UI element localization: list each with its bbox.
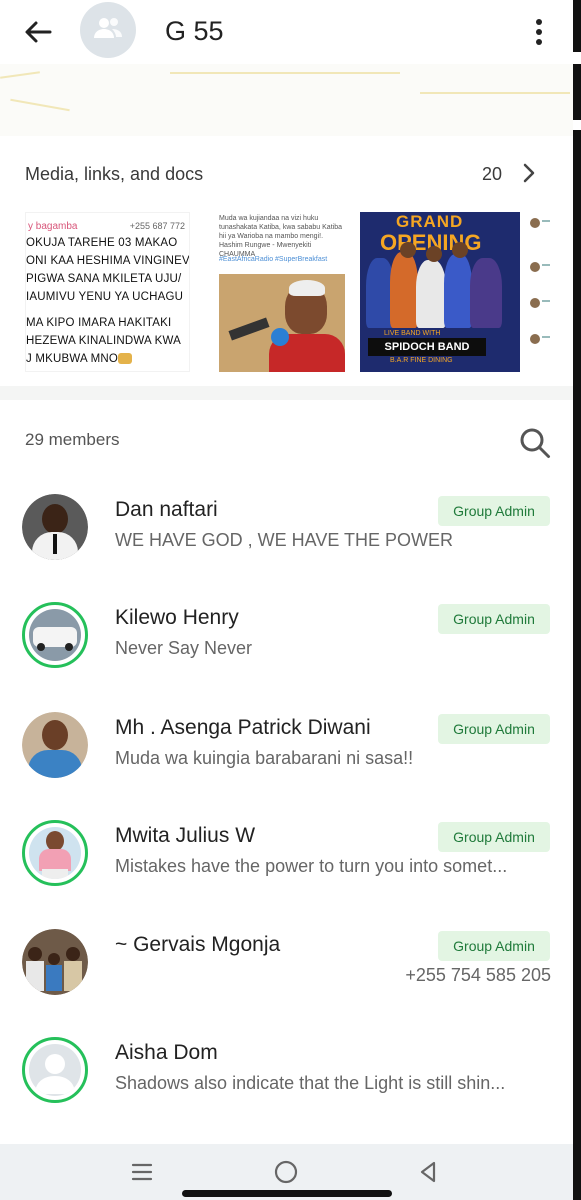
poster-band-name: SPIDOCH BAND <box>368 338 486 356</box>
screen-edge <box>573 0 581 1200</box>
group-admin-badge: Group Admin <box>438 604 550 634</box>
member-row[interactable]: Aisha Dom Shadows also indicate that the… <box>0 1037 573 1137</box>
avatar[interactable] <box>22 602 88 668</box>
thumb-line: HEZEWA KINALINDWA KWA <box>26 335 181 347</box>
media-count[interactable]: 20 <box>482 164 502 185</box>
thumb-line: J MKUBWA MNO <box>26 353 133 365</box>
member-status: Muda wa kuingia barabarani ni sasa!! <box>115 748 414 768</box>
media-thumbnail-poster[interactable]: GRAND OPENING LIVE BAND WITH SPIDOCH BAN… <box>360 212 520 372</box>
member-name: Aisha Dom <box>115 1041 218 1064</box>
section-divider <box>0 386 573 400</box>
group-admin-badge: Group Admin <box>438 496 550 526</box>
member-status: Never Say Never <box>115 638 253 658</box>
media-links-docs-label[interactable]: Media, links, and docs <box>25 164 203 185</box>
group-admin-badge: Group Admin <box>438 714 550 744</box>
thumb-line: OKUJA TAREHE 03 MAKAO <box>26 237 178 249</box>
group-icon <box>92 16 124 45</box>
search-icon[interactable] <box>518 426 552 460</box>
member-name: Mh . Asenga Patrick Diwani <box>115 716 371 739</box>
thumb-author: y bagamba <box>28 221 78 232</box>
member-status: Shadows also indicate that the Light is … <box>115 1073 506 1093</box>
poster-title-top: GRAND <box>396 212 464 231</box>
group-admin-badge: Group Admin <box>438 822 550 852</box>
thumb-caption: Muda wa kujiandaa na vizi huku tunashaka… <box>219 215 342 258</box>
avatar[interactable] <box>22 1037 88 1103</box>
member-name: Dan naftari <box>115 498 218 521</box>
thumb-line: PIGWA SANA MKILETA UJU/ <box>26 273 182 285</box>
obscured-area <box>0 64 573 136</box>
media-thumbnails: y bagamba +255 687 772 OKUJA TAREHE 03 M… <box>25 212 550 374</box>
avatar[interactable] <box>22 494 88 560</box>
group-avatar[interactable] <box>80 2 136 58</box>
member-status: WE HAVE GOD , WE HAVE THE POWER <box>115 530 454 550</box>
back-triangle-icon[interactable] <box>410 1156 446 1188</box>
member-name: ~ Gervais Mgonja <box>115 933 281 956</box>
more-vertical-icon[interactable] <box>525 12 553 52</box>
thumb-phone: +255 687 772 <box>129 221 185 231</box>
chevron-right-icon[interactable] <box>518 162 540 184</box>
gesture-pill <box>182 1190 392 1197</box>
media-thumbnail-radio-post[interactable]: Muda wa kujiandaa na vizi huku tunashaka… <box>217 212 347 372</box>
member-row[interactable]: Kilewo Henry Group Admin Never Say Never <box>0 602 573 702</box>
poster-venue: B.A.R FINE DINING <box>390 357 453 364</box>
media-thumbnail-text-post[interactable]: y bagamba +255 687 772 OKUJA TAREHE 03 M… <box>25 212 190 372</box>
member-name: Mwita Julius W <box>115 824 256 847</box>
thumb-line: ONI KAA HESHIMA VINGINEV <box>26 255 190 267</box>
member-status: Mistakes have the power to turn you into… <box>115 856 508 876</box>
thumb-line: IAUMIVU YENU YA UCHAGU <box>26 291 184 303</box>
group-admin-badge: Group Admin <box>438 931 550 961</box>
thumb-photo <box>219 274 345 372</box>
thumb-line: MA KIPO IMARA HAKITAKI <box>26 317 172 329</box>
media-section: Media, links, and docs 20 y bagamba +255… <box>0 140 573 386</box>
home-circle-icon[interactable] <box>268 1156 304 1188</box>
members-count-label: 29 members <box>25 430 120 449</box>
thumb-tags: #EastAfricaRadio #SuperBreakfast <box>219 256 328 263</box>
poster-live-text: LIVE BAND WITH <box>384 330 441 337</box>
member-row[interactable]: Mwita Julius W Group Admin Mistakes have… <box>0 820 573 920</box>
avatar[interactable] <box>22 712 88 778</box>
member-name: Kilewo Henry <box>115 606 239 629</box>
arrow-left-icon[interactable] <box>20 14 56 50</box>
recent-apps-icon[interactable] <box>124 1156 160 1188</box>
member-phone: +255 754 585 205 <box>405 965 551 985</box>
media-thumbnail-comments[interactable] <box>528 212 550 372</box>
chat-info-header: G 55 <box>0 0 573 64</box>
group-name[interactable]: G 55 <box>165 16 224 47</box>
member-row[interactable]: Dan naftari Group Admin WE HAVE GOD , WE… <box>0 494 573 594</box>
avatar[interactable] <box>22 820 88 886</box>
avatar[interactable] <box>22 929 88 995</box>
member-row[interactable]: ~ Gervais Mgonja Group Admin +255 754 58… <box>0 929 573 1029</box>
member-row[interactable]: Mh . Asenga Patrick Diwani Group Admin M… <box>0 712 573 812</box>
